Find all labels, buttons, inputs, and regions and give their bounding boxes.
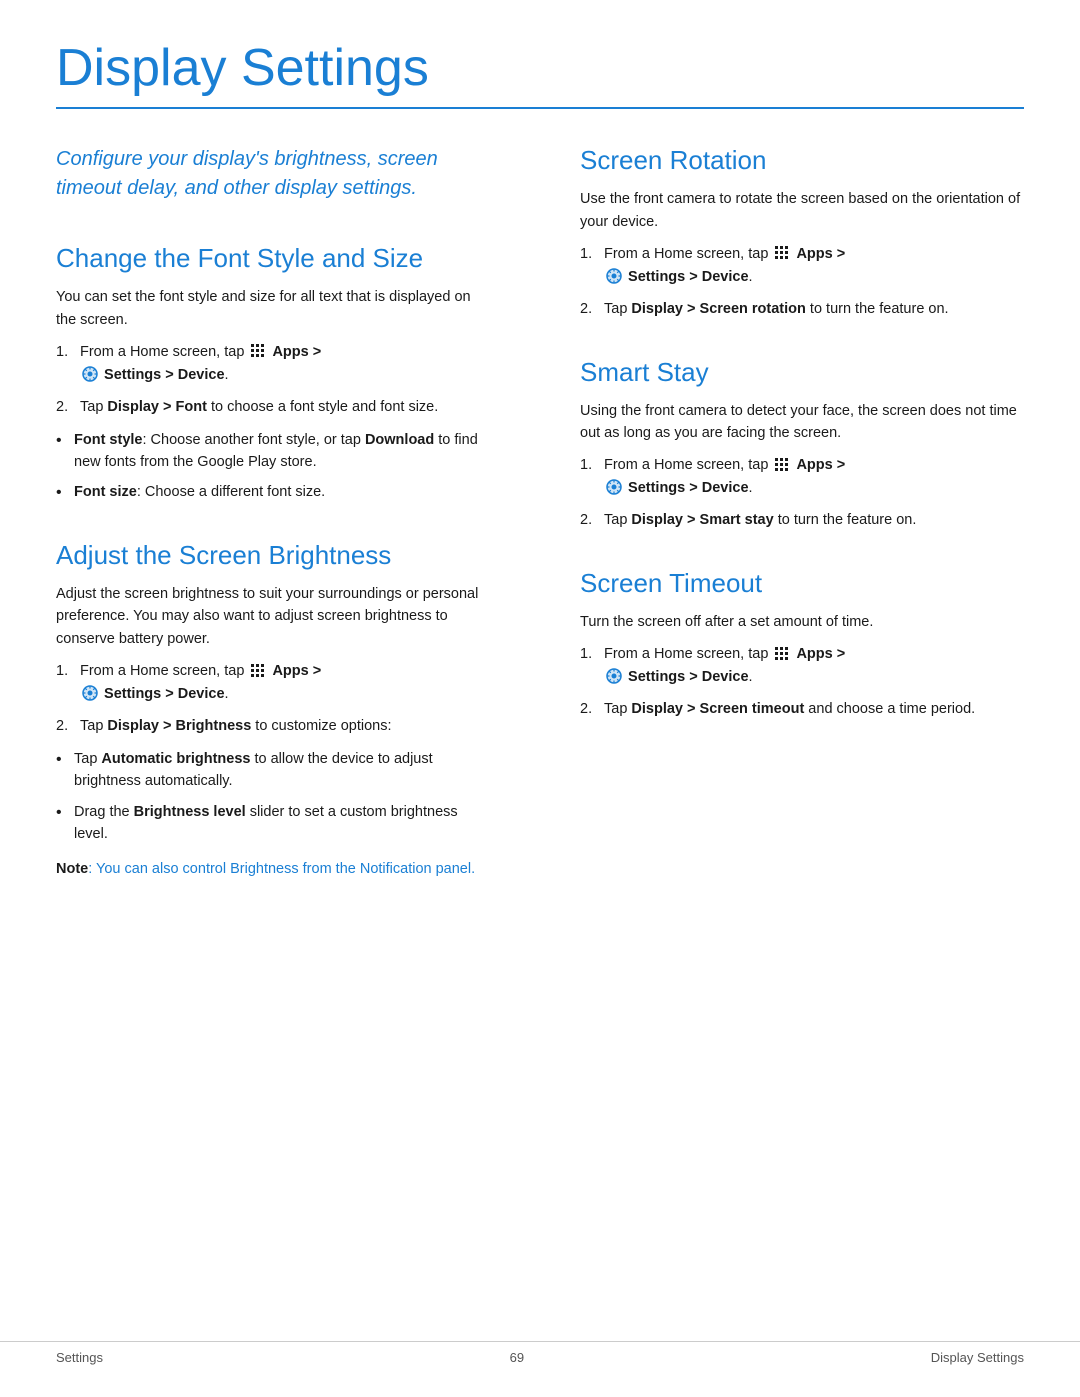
rotation-step-1-content: From a Home screen, tap: [604, 243, 1024, 288]
brightness-step-2: 2. Tap Display > Brightness to customize…: [56, 715, 490, 737]
left-column: Configure your display's brightness, scr…: [56, 145, 510, 880]
right-column: Screen Rotation Use the front camera to …: [570, 145, 1024, 880]
font-step-2: 2. Tap Display > Font to choose a font s…: [56, 396, 490, 418]
screen-timeout-step-1: 1. From a Home screen, tap: [580, 643, 1024, 688]
screen-timeout-section-title: Screen Timeout: [580, 568, 1024, 599]
smart-stay-steps-list: 1. From a Home screen, tap: [580, 454, 1024, 531]
apps-grid-icon-5: [774, 646, 790, 662]
brightness-bullet-2-label: Brightness level: [134, 804, 246, 820]
smart-stay-step-1: 1. From a Home screen, tap: [580, 454, 1024, 499]
screen-timeout-step-2-content: Tap Display > Screen timeout and choose …: [604, 698, 1024, 720]
screen-timeout-section-body: Turn the screen off after a set amount o…: [580, 611, 1024, 633]
brightness-section-body: Adjust the screen brightness to suit you…: [56, 583, 490, 650]
brightness-section-title: Adjust the Screen Brightness: [56, 540, 490, 571]
footer-right: Display Settings: [931, 1350, 1024, 1365]
smart-stay-step-1-content: From a Home screen, tap: [604, 454, 1024, 499]
brightness-step-2-bold: Display > Brightness: [107, 718, 251, 734]
font-step-1: 1. From a Home screen, tap: [56, 341, 490, 386]
footer-center: 69: [510, 1350, 524, 1365]
apps-grid-icon-3: [774, 245, 790, 261]
font-steps-list: 1. From a Home screen, tap: [56, 341, 490, 418]
title-divider: [56, 107, 1024, 109]
smart-stay-step-1-apps: Apps >: [796, 457, 845, 473]
rotation-step-1-settings: Settings > Device: [628, 269, 748, 285]
page-title: Display Settings: [56, 40, 1024, 97]
smart-stay-step-2-content: Tap Display > Smart stay to turn the fea…: [604, 509, 1024, 531]
brightness-step-1-num: 1.: [56, 660, 74, 705]
settings-gear-icon-5: [606, 668, 622, 684]
font-step-2-bold: Display > Font: [107, 399, 207, 415]
font-step-2-num: 2.: [56, 396, 74, 418]
font-bullet-2-label: Font size: [74, 484, 137, 500]
smart-stay-section-body: Using the front camera to detect your fa…: [580, 400, 1024, 445]
rotation-step-2-num: 2.: [580, 298, 598, 320]
font-section-body: You can set the font style and size for …: [56, 286, 490, 331]
font-step-1-settings: Settings > Device: [104, 367, 224, 383]
font-step-1-num: 1.: [56, 341, 74, 386]
apps-grid-icon-4: [774, 457, 790, 473]
apps-grid-icon: [250, 343, 266, 359]
smart-stay-step-2: 2. Tap Display > Smart stay to turn the …: [580, 509, 1024, 531]
rotation-section-body: Use the front camera to rotate the scree…: [580, 188, 1024, 233]
font-section-title: Change the Font Style and Size: [56, 243, 490, 274]
rotation-section-title: Screen Rotation: [580, 145, 1024, 176]
font-step-2-content: Tap Display > Font to choose a font styl…: [80, 396, 490, 418]
smart-stay-step-1-num: 1.: [580, 454, 598, 499]
brightness-note-label: Note: [56, 861, 88, 877]
brightness-bullets: Tap Automatic brightness to allow the de…: [56, 748, 490, 846]
brightness-step-1-settings: Settings > Device: [104, 686, 224, 702]
brightness-step-1: 1. From a Home screen, tap: [56, 660, 490, 705]
intro-text: Configure your display's brightness, scr…: [56, 145, 490, 203]
rotation-step-1-num: 1.: [580, 243, 598, 288]
brightness-step-1-apps: Apps >: [272, 663, 321, 679]
brightness-bullet-2: Drag the Brightness level slider to set …: [56, 801, 490, 846]
font-step-1-content: From a Home screen, tap: [80, 341, 490, 386]
page-container: Display Settings Configure your display'…: [0, 0, 1080, 960]
screen-timeout-step-1-apps: Apps >: [796, 646, 845, 662]
page-footer: Settings 69 Display Settings: [0, 1341, 1080, 1365]
screen-timeout-step-1-settings: Settings > Device: [628, 669, 748, 685]
smart-stay-step-2-bold: Display > Smart stay: [631, 512, 773, 528]
screen-timeout-step-1-content: From a Home screen, tap: [604, 643, 1024, 688]
screen-timeout-step-2-bold: Display > Screen timeout: [631, 701, 804, 717]
brightness-note: Note: You can also control Brightness fr…: [56, 858, 490, 880]
smart-stay-step-1-settings: Settings > Device: [628, 480, 748, 496]
rotation-step-2: 2. Tap Display > Screen rotation to turn…: [580, 298, 1024, 320]
font-bullet-1-label: Font style: [74, 432, 142, 448]
screen-timeout-step-2-num: 2.: [580, 698, 598, 720]
font-bullet-1: Font style: Choose another font style, o…: [56, 429, 490, 474]
footer-left: Settings: [56, 1350, 103, 1365]
screen-timeout-step-1-num: 1.: [580, 643, 598, 688]
settings-gear-icon-1: [82, 366, 98, 382]
screen-timeout-steps-list: 1. From a Home screen, tap: [580, 643, 1024, 720]
settings-gear-icon-2: [82, 685, 98, 701]
smart-stay-step-2-num: 2.: [580, 509, 598, 531]
rotation-step-1-apps: Apps >: [796, 246, 845, 262]
brightness-step-2-num: 2.: [56, 715, 74, 737]
brightness-bullet-1-label: Automatic brightness: [101, 751, 250, 767]
rotation-step-2-content: Tap Display > Screen rotation to turn th…: [604, 298, 1024, 320]
settings-gear-icon-3: [606, 268, 622, 284]
font-bullet-2: Font size: Choose a different font size.: [56, 481, 490, 503]
font-step-1-apps: Apps >: [272, 344, 321, 360]
screen-timeout-step-2: 2. Tap Display > Screen timeout and choo…: [580, 698, 1024, 720]
apps-grid-icon-2: [250, 663, 266, 679]
smart-stay-section-title: Smart Stay: [580, 357, 1024, 388]
rotation-step-1: 1. From a Home screen, tap: [580, 243, 1024, 288]
font-bullets: Font style: Choose another font style, o…: [56, 429, 490, 504]
brightness-bullet-1: Tap Automatic brightness to allow the de…: [56, 748, 490, 793]
rotation-steps-list: 1. From a Home screen, tap: [580, 243, 1024, 320]
settings-gear-icon-4: [606, 479, 622, 495]
font-bullet-1-download: Download: [365, 432, 434, 448]
two-col-layout: Configure your display's brightness, scr…: [56, 145, 1024, 880]
brightness-step-1-content: From a Home screen, tap: [80, 660, 490, 705]
brightness-steps-list: 1. From a Home screen, tap: [56, 660, 490, 737]
brightness-step-2-content: Tap Display > Brightness to customize op…: [80, 715, 490, 737]
rotation-step-2-bold: Display > Screen rotation: [631, 301, 805, 317]
